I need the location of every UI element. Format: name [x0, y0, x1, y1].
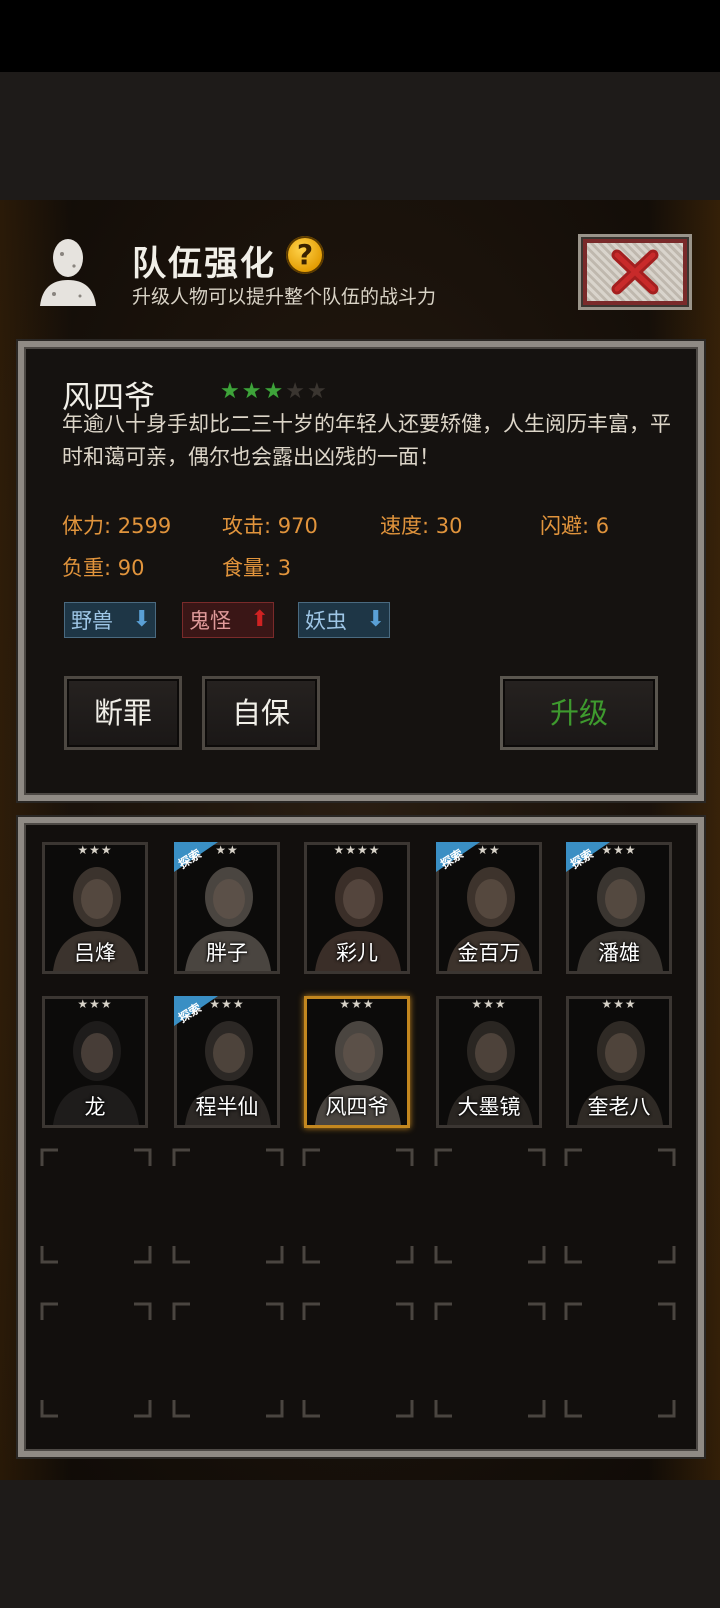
tag-beast: 野兽 ⬇ — [64, 602, 156, 638]
star-filled-icon: ★ — [220, 379, 240, 404]
close-button[interactable] — [578, 234, 692, 310]
roster-card[interactable]: ★★★ 探索 潘雄 — [566, 842, 672, 974]
star-filled-icon: ★ — [263, 379, 284, 404]
empty-roster-slot[interactable] — [172, 1302, 284, 1418]
arrow-up-icon: ⬆ — [250, 607, 269, 632]
stat-load: 负重: 90 — [62, 556, 145, 580]
roster-card[interactable]: ★★★ 风四爷 — [304, 996, 410, 1128]
roster-card[interactable]: ★★ 探索 胖子 — [174, 842, 280, 974]
character-star-rating: ★ ★ ★ ★ ★ — [220, 381, 327, 403]
skill-button-1[interactable]: 断罪 — [64, 676, 182, 750]
arrow-down-icon: ⬇ — [366, 607, 385, 632]
card-character-name: 彩儿 — [336, 941, 378, 965]
star-empty-icon: ★ — [306, 379, 327, 404]
empty-roster-slot[interactable] — [434, 1148, 546, 1264]
upgrade-button[interactable]: 升级 — [500, 676, 658, 750]
explore-badge: 探索 — [566, 842, 610, 872]
dimmed-background-top — [0, 72, 720, 200]
stat-food: 食量: 3 — [222, 556, 292, 580]
empty-roster-slot[interactable] — [172, 1148, 284, 1264]
empty-roster-slot[interactable] — [40, 1302, 152, 1418]
page-subtitle: 升级人物可以提升整个队伍的战斗力 — [132, 286, 437, 308]
card-character-name: 奎老八 — [587, 1095, 651, 1119]
card-star-rating: ★★★ — [77, 843, 113, 857]
help-icon[interactable]: ? — [286, 236, 324, 274]
star-empty-icon: ★ — [285, 379, 305, 404]
card-character-name: 风四爷 — [325, 1095, 389, 1119]
dimmed-background-bottom — [0, 1480, 720, 1608]
card-star-rating: ★★★ — [471, 997, 507, 1011]
tag-label: 妖虫 — [305, 609, 347, 633]
explore-badge: 探索 — [174, 996, 218, 1026]
empty-roster-slot[interactable] — [434, 1302, 546, 1418]
roster-card[interactable]: ★★★ 龙 — [42, 996, 148, 1128]
card-character-name: 大墨镜 — [457, 1095, 521, 1119]
empty-roster-slot[interactable] — [564, 1148, 676, 1264]
empty-roster-slot[interactable] — [564, 1302, 676, 1418]
roster-card[interactable]: ★★ 探索 金百万 — [436, 842, 542, 974]
slot-corner-brackets-icon — [302, 1148, 414, 1264]
stat-speed: 速度: 30 — [380, 514, 463, 538]
close-x-icon — [611, 249, 659, 295]
slot-corner-brackets-icon — [302, 1302, 414, 1418]
arrow-down-icon: ⬇ — [132, 607, 151, 632]
card-star-rating: ★★★★ — [333, 843, 381, 857]
tag-ghost: 鬼怪 ⬆ — [182, 602, 274, 638]
slot-corner-brackets-icon — [434, 1302, 546, 1418]
slot-corner-brackets-icon — [40, 1148, 152, 1264]
roster-card[interactable]: ★★★ 探索 程半仙 — [174, 996, 280, 1128]
empty-roster-slot[interactable] — [302, 1148, 414, 1264]
roster-card[interactable]: ★★★ 吕烽 — [42, 842, 148, 974]
slot-corner-brackets-icon — [564, 1302, 676, 1418]
empty-roster-slot[interactable] — [302, 1302, 414, 1418]
person-silhouette-icon — [40, 239, 96, 306]
card-star-rating: ★★★ — [339, 997, 375, 1011]
character-description: 年逾八十身手却比二三十岁的年轻人还要矫健，人生阅历丰富，平时和蔼可亲，偶尔也会露… — [62, 412, 671, 469]
card-star-rating: ★★★ — [77, 997, 113, 1011]
skill-button-2[interactable]: 自保 — [202, 676, 320, 750]
tag-label: 野兽 — [71, 609, 113, 633]
stat-hp: 体力: 2599 — [62, 514, 172, 538]
slot-corner-brackets-icon — [564, 1148, 676, 1264]
empty-roster-slot[interactable] — [40, 1148, 152, 1264]
tag-insect: 妖虫 ⬇ — [298, 602, 390, 638]
card-character-name: 金百万 — [457, 941, 521, 965]
stat-dodge: 闪避: 6 — [540, 514, 610, 538]
status-bar-area — [0, 0, 720, 72]
card-star-rating: ★★★ — [601, 997, 637, 1011]
roster-card[interactable]: ★★★ 大墨镜 — [436, 996, 542, 1128]
card-character-name: 吕烽 — [74, 941, 116, 965]
card-character-name: 胖子 — [206, 941, 248, 965]
page-title: 队伍强化 — [132, 244, 276, 284]
roster-card[interactable]: ★★★ 奎老八 — [566, 996, 672, 1128]
slot-corner-brackets-icon — [434, 1148, 546, 1264]
card-character-name: 程半仙 — [195, 1095, 259, 1119]
slot-corner-brackets-icon — [172, 1148, 284, 1264]
tag-label: 鬼怪 — [189, 609, 231, 633]
card-character-name: 潘雄 — [598, 941, 640, 965]
explore-badge: 探索 — [436, 842, 480, 872]
slot-corner-brackets-icon — [40, 1302, 152, 1418]
roster-card[interactable]: ★★★★ 彩儿 — [304, 842, 410, 974]
card-character-name: 龙 — [84, 1095, 106, 1119]
star-filled-icon: ★ — [241, 379, 262, 404]
stat-attack: 攻击: 970 — [222, 514, 318, 538]
slot-corner-brackets-icon — [172, 1302, 284, 1418]
explore-badge: 探索 — [174, 842, 218, 872]
